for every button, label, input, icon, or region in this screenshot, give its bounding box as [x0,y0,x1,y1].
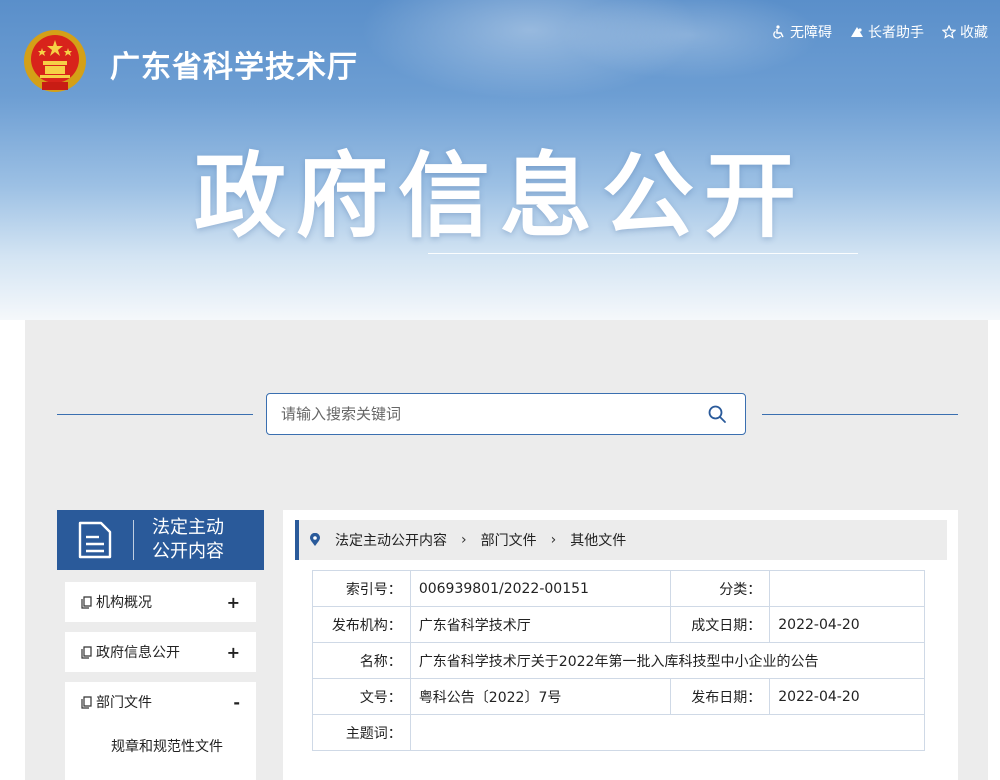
published-date-value: 2022-04-20 [769,678,925,715]
document-icon [78,521,112,559]
table-row: 文号： 粤科公告〔2022〕7号 发布日期： 2022-04-20 [312,678,925,715]
sidebar-item-label: 机构概况 [96,595,152,611]
favorite-link[interactable]: 收藏 [942,22,988,42]
sidebar-title: 法定主动 公开内容 [152,516,224,564]
title-divider [428,253,858,254]
expand-toggle[interactable]: + [227,593,240,612]
sidebar-item-dept-docs[interactable]: 部门文件 - [65,682,256,722]
breadcrumb-item-current[interactable]: 其他文件 [570,530,626,550]
accessibility-icon [773,25,784,39]
sidebar-item-gov-info[interactable]: 政府信息公开 + [65,632,256,672]
name-value: 广东省科学技术厅关于2022年第一批入库科技型中小企业的公告 [409,642,926,679]
sidebar-title-line1: 法定主动 [152,517,224,538]
keywords-value [409,714,926,751]
sidebar-header-separator [133,520,134,560]
sidebar-item-org-overview[interactable]: 机构概况 + [65,582,256,622]
breadcrumb: 法定主动公开内容 › 部门文件 › 其他文件 [295,520,947,560]
accessibility-label: 无障碍 [790,25,832,41]
sidebar-header: 法定主动 公开内容 [57,510,264,570]
header-banner: 广东省科学技术厅 无障碍 长者助手 收藏 政府信息公开 [0,0,1000,320]
name-label: 名称： [312,642,411,679]
page-title: 政府信息公开 [193,143,806,250]
content-panel: 法定主动 公开内容 机构概况 + 政府信息公开 + 部门文件 - 规章和规范性文… [25,320,988,780]
breadcrumb-item[interactable]: 部门文件 [481,530,537,550]
top-links: 无障碍 长者助手 收藏 [772,22,988,42]
index-value: 006939801/2022-00151 [409,570,672,607]
publisher-value: 广东省科学技术厅 [409,606,672,643]
document-info-table: 索引号： 006939801/2022-00151 分类： 发布机构： 广东省科… [312,570,926,751]
elder-helper-link[interactable]: 长者助手 [850,22,924,42]
created-date-label: 成文日期： [670,606,771,643]
sidebar-item-label: 部门文件 [96,695,152,711]
sidebar-subitems: 规章和规范性文件 [65,722,256,780]
keywords-label: 主题词： [312,714,411,751]
table-row: 索引号： 006939801/2022-00151 分类： [312,570,925,607]
search-divider-left [57,414,253,415]
published-date-label: 发布日期： [670,678,771,715]
doc-number-label: 文号： [312,678,411,715]
breadcrumb-separator: › [461,532,467,548]
search-divider-right [762,414,958,415]
collapse-toggle[interactable]: - [233,693,240,712]
location-pin-icon [310,533,320,546]
search-bar [266,393,746,435]
created-date-value: 2022-04-20 [769,606,925,643]
elder-helper-icon [851,27,863,37]
elder-helper-label: 长者助手 [868,25,924,41]
site-name[interactable]: 广东省科学技术厅 [110,42,358,86]
file-icon [81,595,92,609]
star-icon [942,25,956,39]
table-row: 主题词： [312,714,926,751]
index-label: 索引号： [312,570,411,607]
publisher-label: 发布机构： [312,606,411,643]
doc-number-value: 粤科公告〔2022〕7号 [409,678,672,715]
search-icon[interactable] [707,404,727,424]
sidebar-item-label: 政府信息公开 [96,645,180,661]
breadcrumb-item[interactable]: 法定主动公开内容 [335,530,447,550]
category-label: 分类： [670,570,771,607]
national-emblem-icon [24,30,86,92]
favorite-label: 收藏 [960,25,988,41]
sidebar-title-line2: 公开内容 [152,541,224,562]
table-row: 名称： 广东省科学技术厅关于2022年第一批入库科技型中小企业的公告 [312,642,926,679]
accessibility-link[interactable]: 无障碍 [772,22,832,42]
category-value [769,570,925,607]
table-row: 发布机构： 广东省科学技术厅 成文日期： 2022-04-20 [312,606,925,643]
file-icon [81,645,92,659]
sidebar-subitem-regulations[interactable]: 规章和规范性文件 [111,736,223,756]
expand-toggle[interactable]: + [227,643,240,662]
search-input[interactable] [279,404,707,424]
file-icon [81,695,92,709]
main-content: 法定主动公开内容 › 部门文件 › 其他文件 索引号： 006939801/20… [283,510,958,780]
breadcrumb-separator: › [550,532,557,548]
